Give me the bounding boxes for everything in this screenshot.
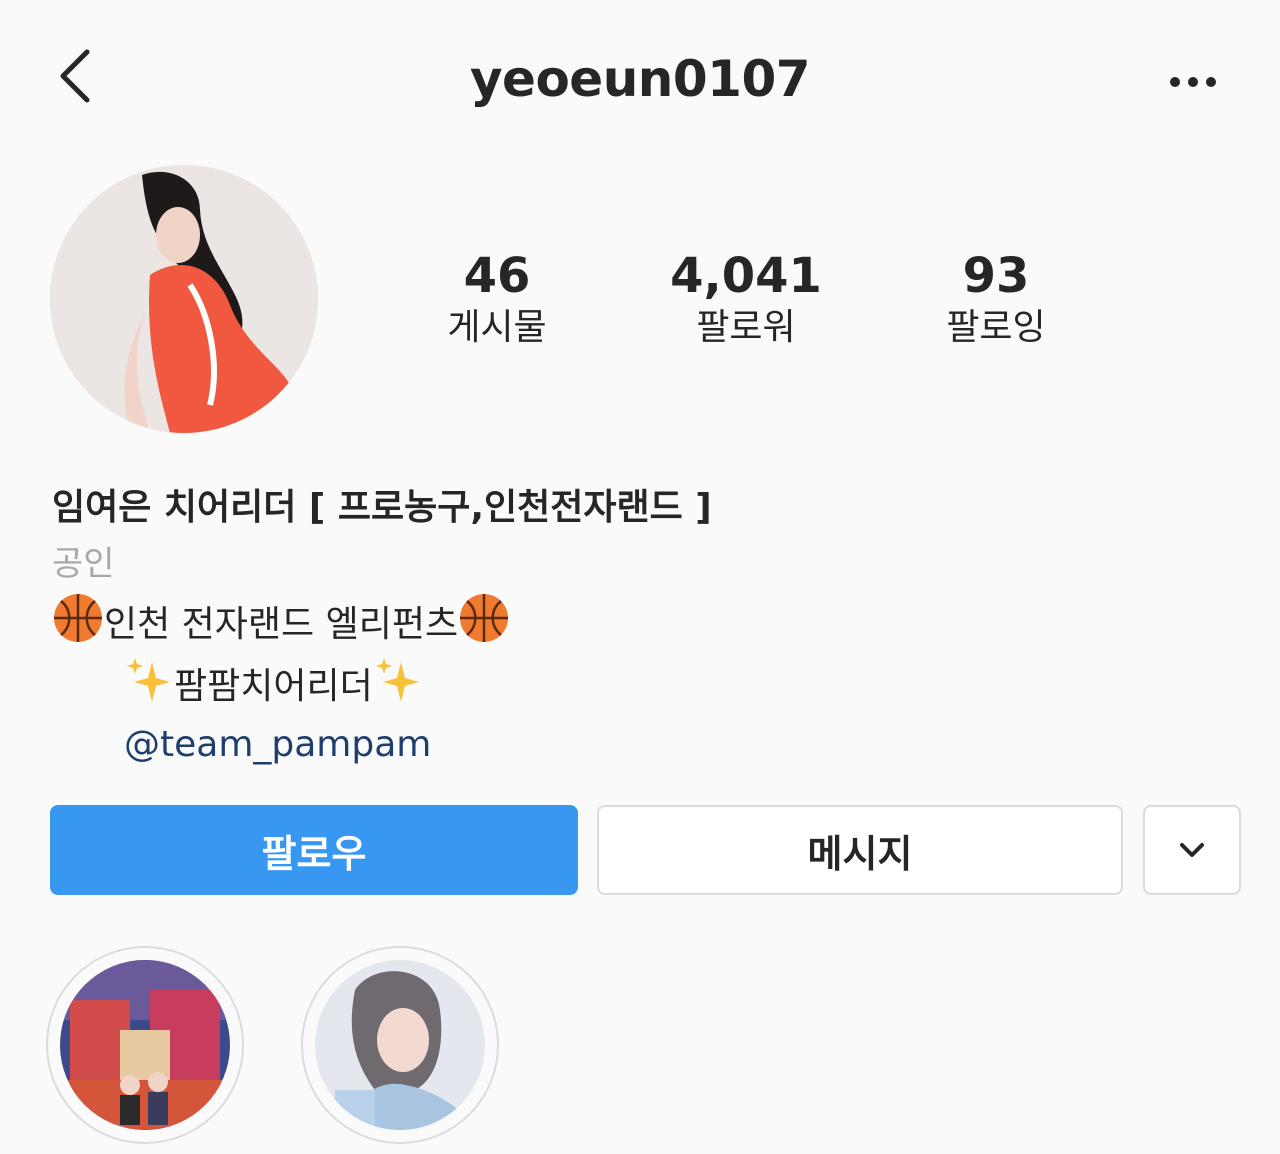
- story-highlight-1[interactable]: [46, 946, 244, 1144]
- sparkles-icon: [375, 658, 419, 702]
- profile-avatar[interactable]: [50, 165, 318, 433]
- sparkles-icon: [127, 658, 170, 702]
- stat-followers-count: 4,041: [670, 248, 822, 304]
- suggested-dropdown-button[interactable]: [1143, 805, 1241, 895]
- stat-posts[interactable]: 46 게시물: [397, 248, 597, 352]
- stat-posts-count: 46: [463, 248, 531, 304]
- more-options-button[interactable]: [1160, 60, 1226, 104]
- highlight-1-image: [60, 960, 230, 1130]
- stat-following-label: 팔로잉: [946, 307, 1046, 348]
- story-highlight-2[interactable]: [301, 946, 499, 1144]
- stat-followers-label: 팔로워: [696, 307, 796, 348]
- follow-button[interactable]: 팔로우: [50, 805, 578, 895]
- more-horizontal-icon: [1170, 77, 1216, 87]
- bio-mention-link[interactable]: @team_pampam: [52, 716, 1232, 774]
- stat-following[interactable]: 93 팔로잉: [896, 248, 1096, 352]
- message-button[interactable]: 메시지: [597, 805, 1123, 895]
- highlight-2-image: [315, 960, 485, 1130]
- bio-category: 공인: [52, 544, 115, 584]
- stat-following-count: 93: [962, 248, 1030, 304]
- profile-photo-image: [50, 165, 318, 433]
- bio-team-text: 인천 전자랜드 엘리펀츠: [104, 604, 459, 645]
- basketball-icon: [460, 594, 509, 642]
- stat-followers[interactable]: 4,041 팔로워: [646, 248, 846, 352]
- profile-bio: 임여은 치어리더 [ 프로농구,인천전자랜드 ] 공인 인천 전자랜드 엘리펀츠…: [52, 480, 1232, 774]
- bio-display-name: 임여은 치어리더 [ 프로농구,인천전자랜드 ]: [52, 487, 712, 528]
- stat-posts-label: 게시물: [447, 307, 547, 348]
- bio-line-team: 인천 전자랜드 엘리펀츠: [52, 592, 1232, 654]
- profile-page: yeoeun0107 46 게시물 4,041 팔로워 93 팔로잉 임여은 치…: [0, 0, 1280, 1154]
- basketball-icon: [54, 594, 102, 642]
- bio-cheer-text: 팜팜치어리더: [174, 666, 373, 707]
- profile-username: yeoeun0107: [469, 50, 811, 108]
- bio-line-cheer: 팜팜치어리더: [52, 654, 1232, 716]
- chevron-down-icon: [1180, 843, 1204, 857]
